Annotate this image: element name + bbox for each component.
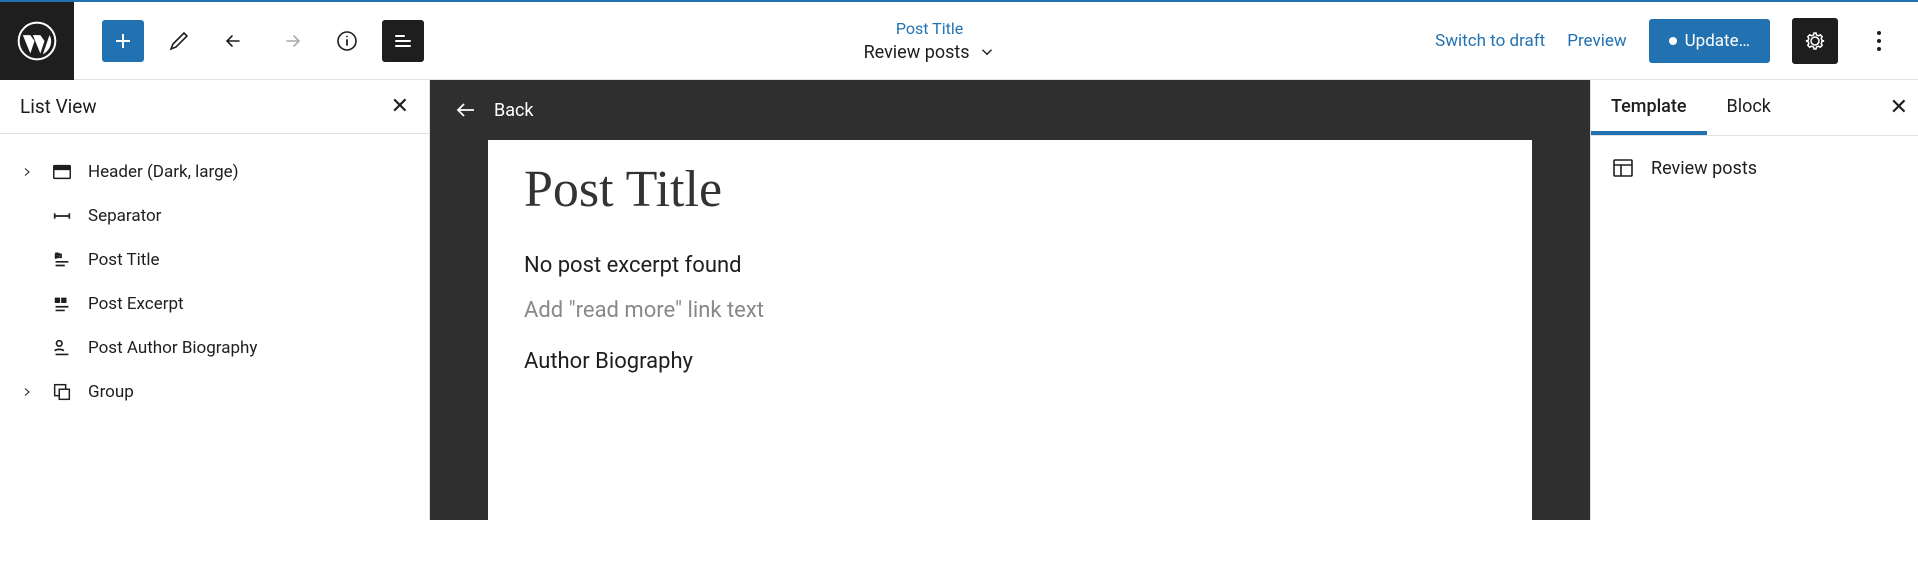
back-label: Back xyxy=(494,100,534,121)
template-name-label: Review posts xyxy=(864,42,970,63)
author-biography-block[interactable]: Author Biography xyxy=(524,349,1496,374)
editor-canvas[interactable]: Post Title No post excerpt found Add "re… xyxy=(488,140,1532,580)
template-card-title: Review posts xyxy=(1651,158,1757,179)
list-view-icon xyxy=(391,29,415,53)
update-button-label: Update… xyxy=(1685,31,1750,51)
list-item-label: Group xyxy=(88,382,134,402)
separator-block-icon xyxy=(50,205,74,227)
list-item-group[interactable]: Group xyxy=(10,370,419,414)
author-bio-block-icon xyxy=(50,337,74,359)
kebab-icon xyxy=(1876,29,1882,53)
post-title-block-icon: P xyxy=(50,249,74,271)
read-more-input[interactable]: Add "read more" link text xyxy=(524,298,1496,323)
add-block-button[interactable] xyxy=(102,20,144,62)
editor-canvas-frame: Back ▴ Post Title No post excerpt found … xyxy=(430,80,1590,520)
template-selector[interactable]: Review posts xyxy=(864,42,996,63)
group-block-icon xyxy=(50,381,74,403)
list-item-post-title[interactable]: P Post Title xyxy=(10,238,419,282)
close-list-view-button[interactable]: ✕ xyxy=(391,94,409,119)
list-item-post-excerpt[interactable]: Post Excerpt xyxy=(10,282,419,326)
chevron-down-icon xyxy=(978,43,996,61)
list-view-title: List View xyxy=(20,95,97,118)
list-item-label: Post Title xyxy=(88,250,160,270)
tab-template[interactable]: Template xyxy=(1591,80,1707,135)
more-options-button[interactable] xyxy=(1860,18,1898,64)
undo-icon xyxy=(223,29,247,53)
template-card[interactable]: Review posts xyxy=(1591,136,1918,200)
inspector-tabs: Template Block ✕ xyxy=(1591,80,1918,136)
header-block-icon xyxy=(50,161,74,183)
unsaved-dot-icon xyxy=(1669,37,1677,45)
tab-block[interactable]: Block xyxy=(1707,80,1791,135)
arrow-left-icon xyxy=(454,98,478,122)
editor-top-bar: Post Title Review posts Switch to draft … xyxy=(0,2,1918,80)
switch-to-draft-button[interactable]: Switch to draft xyxy=(1435,31,1545,51)
chevron-right-icon xyxy=(18,166,36,178)
list-item-label: Header (Dark, large) xyxy=(88,162,239,182)
pencil-icon xyxy=(167,29,191,53)
list-item-author-biography[interactable]: Post Author Biography xyxy=(10,326,419,370)
chevron-right-icon xyxy=(18,386,36,398)
redo-button[interactable] xyxy=(270,20,312,62)
list-view-button[interactable] xyxy=(382,20,424,62)
toolbar-left xyxy=(74,20,424,62)
list-item-separator[interactable]: Separator xyxy=(10,194,419,238)
document-overview-button[interactable] xyxy=(326,20,368,62)
document-title-area: Post Title Review posts xyxy=(424,19,1435,63)
tools-button[interactable] xyxy=(158,20,200,62)
list-view-tree: Header (Dark, large) Separator P Post Ti… xyxy=(0,134,429,430)
wordpress-logo-icon xyxy=(17,21,57,61)
template-icon xyxy=(1611,156,1635,180)
list-view-header: List View ✕ xyxy=(0,80,429,134)
redo-icon xyxy=(279,29,303,53)
toolbar-right: Switch to draft Preview Update… xyxy=(1435,18,1918,64)
settings-button[interactable] xyxy=(1792,18,1838,64)
inspector-sidebar: Template Block ✕ Review posts xyxy=(1590,80,1918,520)
preview-button[interactable]: Preview xyxy=(1567,31,1626,51)
list-item-header[interactable]: Header (Dark, large) xyxy=(10,150,419,194)
list-item-label: Post Author Biography xyxy=(88,338,257,358)
list-item-label: Separator xyxy=(88,206,161,226)
undo-button[interactable] xyxy=(214,20,256,62)
post-excerpt-block-icon xyxy=(50,293,74,315)
editor-body: List View ✕ Header (Dark, large) Separat… xyxy=(0,80,1918,520)
post-title-link[interactable]: Post Title xyxy=(896,19,963,38)
template-back-button[interactable]: Back xyxy=(430,80,1590,140)
svg-text:P: P xyxy=(55,252,61,262)
gear-icon xyxy=(1803,29,1827,53)
info-icon xyxy=(335,29,359,53)
list-item-label: Post Excerpt xyxy=(88,294,184,314)
close-icon: ✕ xyxy=(391,94,409,119)
post-title-block[interactable]: Post Title xyxy=(524,160,1496,219)
wordpress-home-button[interactable] xyxy=(0,2,74,80)
close-icon: ✕ xyxy=(1890,95,1908,120)
plus-icon xyxy=(111,29,135,53)
list-view-panel: List View ✕ Header (Dark, large) Separat… xyxy=(0,80,430,520)
update-button[interactable]: Update… xyxy=(1649,19,1770,63)
close-inspector-button[interactable]: ✕ xyxy=(1890,95,1908,120)
post-excerpt-block[interactable]: No post excerpt found xyxy=(524,253,1496,278)
